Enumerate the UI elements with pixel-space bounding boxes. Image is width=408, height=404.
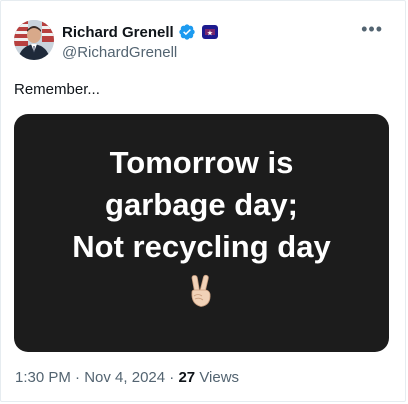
views-count: 27 bbox=[178, 369, 196, 386]
post-time[interactable]: 1:30 PM bbox=[15, 369, 71, 386]
meta-separator: · bbox=[70, 369, 85, 386]
image-text-line-3: Not recycling day bbox=[72, 229, 331, 264]
post-image[interactable]: Tomorrow is garbage day; Not recycling d… bbox=[14, 114, 389, 352]
avatar[interactable] bbox=[14, 20, 54, 60]
tweet-card: Richard Grenell ★ @RichardGrenell ••• Re… bbox=[0, 0, 406, 402]
post-text: Remember... bbox=[14, 81, 100, 98]
post-meta: 1:30 PM · Nov 4, 2024 · 27 Views bbox=[15, 369, 239, 386]
post-date[interactable]: Nov 4, 2024 bbox=[84, 369, 165, 386]
image-text-line-2: garbage day; bbox=[105, 187, 298, 222]
verified-badge-icon[interactable] bbox=[178, 23, 196, 41]
image-text-line-1: Tomorrow is bbox=[109, 145, 294, 180]
views-label: Views bbox=[199, 369, 240, 386]
meta-separator: · bbox=[165, 369, 179, 386]
author-name-row: Richard Grenell ★ bbox=[62, 22, 218, 42]
display-name[interactable]: Richard Grenell bbox=[62, 24, 174, 41]
svg-text:★: ★ bbox=[207, 30, 213, 37]
image-content: Tomorrow is garbage day; Not recycling d… bbox=[72, 142, 331, 308]
affiliation-badge-icon[interactable]: ★ bbox=[201, 25, 218, 39]
more-options-icon[interactable]: ••• bbox=[361, 20, 383, 38]
victory-hand-icon bbox=[186, 274, 216, 308]
author-handle[interactable]: @RichardGrenell bbox=[62, 44, 177, 61]
